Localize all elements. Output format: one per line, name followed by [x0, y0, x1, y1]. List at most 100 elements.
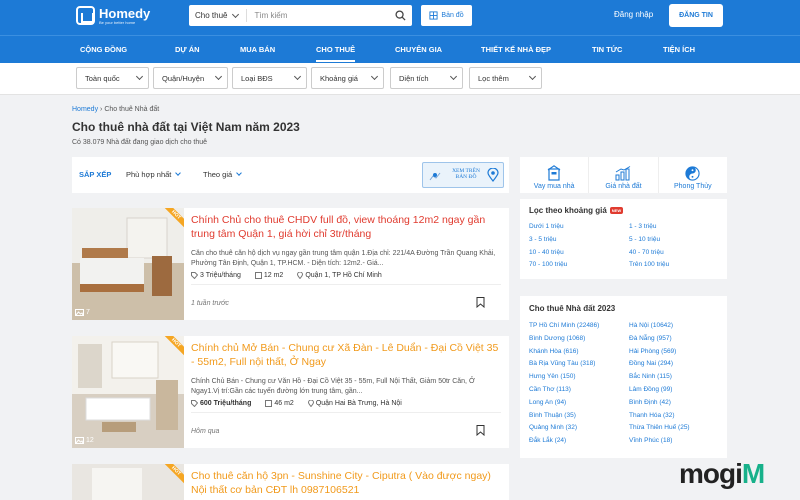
map-button-label: Bản đồ	[441, 12, 464, 19]
region-link[interactable]: Đà Nẵng (957)	[629, 333, 719, 346]
region-link[interactable]: TP Hồ Chí Minh (22486)	[529, 320, 629, 333]
breadcrumb-home[interactable]: Homedy	[72, 106, 98, 113]
filter-area[interactable]: Diện tích	[390, 67, 463, 89]
tool-loan-calculator[interactable]: Vay mua nhà	[520, 157, 590, 193]
nav-item-community[interactable]: CỘNG ĐỒNG	[80, 45, 127, 54]
nav-item-home-design[interactable]: THIẾT KẾ NHÀ ĐẸP	[481, 45, 551, 54]
price-link[interactable]: Dưới 1 triệu	[529, 221, 629, 234]
region-link[interactable]: Đồng Nai (294)	[629, 358, 719, 371]
price-link[interactable]: 70 - 100 triệu	[529, 259, 629, 272]
region-title: Cho thuê Nhà đất 2023	[529, 304, 616, 313]
sort-price-dropdown[interactable]: Theo giá	[203, 170, 243, 179]
nav-item-projects[interactable]: DỰ ÁN	[175, 45, 200, 54]
region-link[interactable]: Đắk Lắk (24)	[529, 435, 629, 448]
listing-photo[interactable]: HOT 12	[72, 336, 184, 448]
price-info: 3 Triệu/tháng	[191, 272, 241, 279]
region-link[interactable]: Khánh Hòa (616)	[529, 346, 629, 359]
chevron-down-icon	[135, 72, 144, 81]
filter-more[interactable]: Lọc thêm	[469, 67, 542, 89]
region-link[interactable]: Cần Thơ (113)	[529, 384, 629, 397]
region-link[interactable]: Vĩnh Phúc (18)	[629, 435, 719, 448]
region-link[interactable]: Hà Nội (10642)	[629, 320, 719, 333]
listing-photo[interactable]: HOT 7	[72, 208, 184, 320]
region-box: Cho thuê Nhà đất 2023 TP Hồ Chí Minh (22…	[520, 296, 727, 458]
bedroom-photo	[72, 208, 184, 320]
new-badge: NEW	[609, 207, 624, 214]
listing-card[interactable]: HOT 12 Chính chủ Mở Bán - Chung cư Xã Đà…	[72, 336, 509, 448]
price-link[interactable]: 1 - 3 triệu	[629, 221, 719, 234]
nav-item-news[interactable]: TIN TỨC	[592, 45, 622, 54]
filter-label: Loại BĐS	[241, 73, 273, 83]
price-link[interactable]: 5 - 10 triệu	[629, 234, 719, 247]
search-type-dropdown[interactable]: Cho thuê	[189, 9, 248, 22]
filter-label: Lọc thêm	[478, 73, 509, 83]
region-link[interactable]: Lâm Đồng (99)	[629, 384, 719, 397]
logo-tagline: Be your better home	[99, 19, 136, 25]
region-link[interactable]: Thừa Thiên Huế (25)	[629, 422, 719, 435]
area-info: 12 m2	[254, 272, 283, 279]
region-link[interactable]: Thanh Hóa (32)	[629, 410, 719, 423]
page-title: Cho thuê nhà đất tại Việt Nam năm 2023	[72, 120, 300, 134]
nav-item-experts[interactable]: CHUYÊN GIA	[395, 45, 442, 54]
filter-price-range[interactable]: Khoảng giá	[311, 67, 384, 89]
house-logo-icon	[76, 6, 95, 25]
view-on-map-card[interactable]: XEM TRÊN BẢN ĐỒ	[422, 162, 504, 188]
region-link[interactable]: Long An (94)	[529, 397, 629, 410]
region-link[interactable]: Bắc Ninh (115)	[629, 371, 719, 384]
price-link[interactable]: 3 - 5 triệu	[529, 234, 629, 247]
post-listing-button[interactable]: ĐĂNG TIN	[669, 4, 723, 27]
photo-count: 7	[75, 309, 90, 316]
region-link[interactable]: Bình Định (42)	[629, 397, 719, 410]
listing-card[interactable]: HOT Cho thuê căn hộ 3pn - Sunshine City …	[72, 464, 509, 500]
region-link[interactable]: Bình Dương (1068)	[529, 333, 629, 346]
area-info: 46 m2	[265, 400, 294, 407]
tool-label: Phong Thủy	[674, 183, 712, 190]
filter-district[interactable]: Quận/Huyện	[153, 67, 228, 89]
listing-card[interactable]: HOT 7 Chính Chủ cho thuê CHDV full đồ, v…	[72, 208, 509, 320]
listing-meta: 3 Triệu/tháng 12 m2 Quận 1, TP Hồ Chí Mi…	[191, 272, 382, 279]
map-button[interactable]: Bản đồ	[421, 5, 472, 26]
chevron-down-icon	[528, 72, 537, 81]
tool-land-price[interactable]: Giá nhà đất	[589, 157, 659, 193]
nav-item-utilities[interactable]: TIỆN ÍCH	[663, 45, 695, 54]
region-link[interactable]: Bình Thuận (35)	[529, 410, 629, 423]
filter-label: Diện tích	[399, 73, 429, 83]
location-pin-icon	[487, 168, 499, 182]
chevron-down-icon	[236, 170, 243, 176]
sort-relevance-dropdown[interactable]: Phù hợp nhất	[126, 170, 182, 179]
listing-title[interactable]: Chính Chủ cho thuê CHDV full đồ, view th…	[191, 213, 501, 241]
search-icon[interactable]	[395, 10, 406, 21]
search-input[interactable]	[254, 11, 385, 20]
calculator-house-icon	[547, 165, 561, 181]
login-link[interactable]: Đăng nhập	[614, 10, 653, 19]
price-link[interactable]: Trên 100 triệu	[629, 259, 719, 272]
listing-photo[interactable]: HOT	[72, 464, 184, 500]
listing-area: 46 m2	[274, 400, 294, 407]
apartment-photo	[72, 464, 184, 500]
listing-price: 3 Triệu/tháng	[200, 272, 241, 279]
area-icon	[265, 400, 273, 407]
filter-label: Khoảng giá	[320, 73, 358, 83]
filter-property-type[interactable]: Loại BĐS	[232, 67, 307, 89]
nav-item-rent[interactable]: CHO THUÊ	[316, 45, 356, 62]
listing-title[interactable]: Chính chủ Mở Bán - Chung cư Xã Đàn - Lê …	[191, 341, 501, 369]
homedy-logo[interactable]: Homedy Be your better home	[76, 6, 150, 25]
region-link[interactable]: Quảng Ninh (32)	[529, 422, 629, 435]
listing-title[interactable]: Cho thuê căn hộ 3pn - Sunshine City - Ci…	[191, 469, 501, 497]
chevron-down-icon	[232, 10, 240, 18]
region-link[interactable]: Hải Phòng (569)	[629, 346, 719, 359]
tools-panel: Vay mua nhà Giá nhà đất Phong Thủy	[520, 157, 727, 193]
price-link[interactable]: 40 - 70 triệu	[629, 247, 719, 260]
listing-count: Có 38.079 Nhà đất đang giao dịch cho thu…	[72, 139, 208, 146]
living-room-photo	[72, 336, 184, 448]
price-tag-icon	[191, 272, 198, 279]
filter-location[interactable]: Toàn quốc	[76, 67, 149, 89]
bookmark-icon[interactable]	[476, 425, 485, 436]
region-link[interactable]: Bà Rịa Vũng Tàu (318)	[529, 358, 629, 371]
price-link[interactable]: 10 - 40 triệu	[529, 247, 629, 260]
mogi-watermark: mogiM	[679, 460, 765, 488]
nav-item-buy-sell[interactable]: MUA BÁN	[240, 45, 275, 54]
tool-feng-shui[interactable]: Phong Thủy	[659, 157, 727, 193]
region-link[interactable]: Hưng Yên (150)	[529, 371, 629, 384]
bookmark-icon[interactable]	[476, 297, 485, 308]
